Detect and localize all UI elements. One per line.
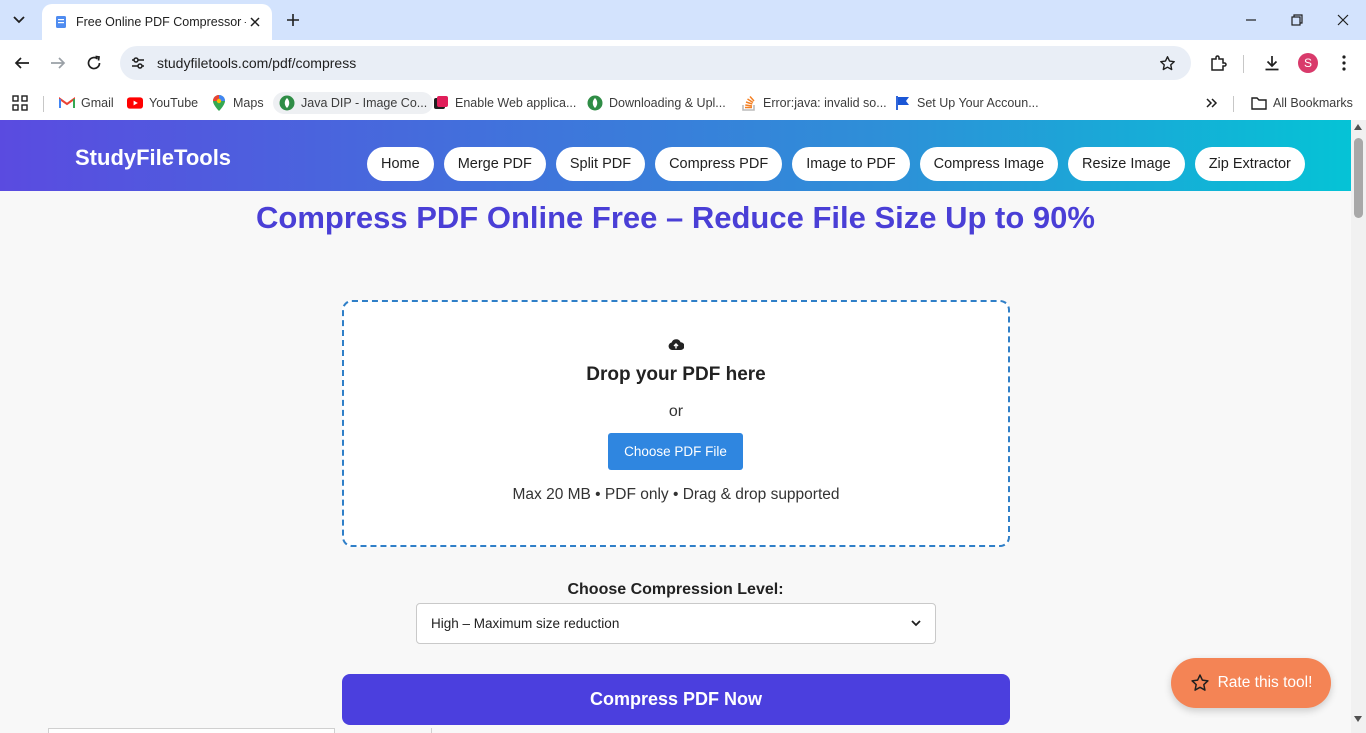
nav-zip-extractor[interactable]: Zip Extractor — [1194, 147, 1305, 181]
browser-toolbar: studyfiletools.com/pdf/compress — [0, 40, 1366, 86]
bookmark-label: Downloading & Upl... — [609, 96, 726, 110]
compression-level-value: High – Maximum size reduction — [431, 616, 620, 631]
nav-split-pdf[interactable]: Split PDF — [555, 147, 646, 181]
stackoverflow-icon — [741, 95, 757, 111]
bookmark-label: Gmail — [81, 96, 114, 110]
tab-close-icon[interactable] — [246, 13, 264, 31]
bookmark-enable-web[interactable]: Enable Web applica... — [427, 92, 582, 114]
pdf-dropzone[interactable]: Drop your PDF here or Choose PDF File Ma… — [342, 300, 1010, 547]
bookmark-error-java[interactable]: Error:java: invalid so... — [735, 92, 893, 114]
youtube-icon — [127, 95, 143, 111]
chevron-down-icon — [911, 620, 921, 627]
nav-compress-image[interactable]: Compress Image — [919, 147, 1059, 181]
bookmark-maps[interactable]: Maps — [205, 92, 270, 114]
bookmark-label: YouTube — [149, 96, 199, 110]
choose-pdf-file-button[interactable]: Choose PDF File — [608, 433, 743, 470]
bookmark-label: Set Up Your Accoun... — [917, 96, 1039, 110]
back-arrow-icon[interactable] — [11, 52, 33, 74]
address-bar[interactable]: studyfiletools.com/pdf/compress — [120, 46, 1191, 80]
bookmark-gmail[interactable]: Gmail — [53, 92, 120, 114]
page-bottom-divider — [431, 728, 432, 733]
bookmark-set-up-account[interactable]: Set Up Your Accoun... — [889, 92, 1045, 114]
browser-tab-bar: Free Online PDF Compressor – Reduce PDF … — [0, 0, 1366, 40]
browser-menu-kebab-icon[interactable] — [1333, 52, 1355, 74]
flag-icon — [895, 95, 911, 111]
bookmark-youtube[interactable]: YouTube — [121, 92, 204, 114]
star-icon — [1190, 674, 1209, 691]
close-window-icon[interactable] — [1333, 10, 1353, 30]
bookmarks-bar: Gmail YouTube Maps Java DIP - Image Co..… — [0, 86, 1366, 120]
maps-icon — [211, 95, 227, 111]
dropzone-or-text: or — [668, 403, 684, 420]
new-tab-plus-icon[interactable] — [282, 9, 304, 31]
url-text: studyfiletools.com/pdf/compress — [157, 55, 357, 71]
page-bottom-edge — [48, 728, 335, 733]
page-scrollbar[interactable] — [1351, 120, 1366, 733]
toolbar-divider — [1243, 55, 1244, 73]
compress-pdf-now-button[interactable]: Compress PDF Now — [342, 674, 1010, 725]
tab-title: Free Online PDF Compressor – Reduce PDF … — [76, 15, 246, 29]
reload-icon[interactable] — [83, 52, 105, 74]
green-leaf-icon — [587, 95, 603, 111]
folder-icon — [1251, 95, 1267, 111]
page-viewport: StudyFileTools Home Merge PDF Split PDF … — [0, 120, 1351, 733]
bookmarks-divider — [43, 96, 44, 112]
browser-tab-active[interactable]: Free Online PDF Compressor – Reduce PDF … — [42, 4, 272, 40]
site-info-tune-icon[interactable] — [128, 53, 148, 73]
site-logo[interactable]: StudyFileTools — [75, 145, 231, 171]
nav-image-to-pdf[interactable]: Image to PDF — [792, 147, 910, 181]
minimize-window-icon[interactable] — [1241, 10, 1261, 30]
bookmarks-divider — [1233, 96, 1234, 112]
bookmark-downloading[interactable]: Downloading & Upl... — [581, 92, 732, 114]
restore-window-icon[interactable] — [1287, 10, 1307, 30]
compression-level-label: Choose Compression Level: — [567, 581, 784, 598]
dropzone-title: Drop your PDF here — [586, 364, 766, 385]
site-header: StudyFileTools Home Merge PDF Split PDF … — [0, 120, 1351, 191]
bookmark-star-icon[interactable] — [1157, 53, 1177, 73]
site-nav: Home Merge PDF Split PDF Compress PDF Im… — [367, 147, 1305, 181]
green-leaf-icon — [279, 95, 295, 111]
extensions-puzzle-icon[interactable] — [1207, 52, 1229, 74]
bookmark-label: Error:java: invalid so... — [763, 96, 887, 110]
scroll-down-arrow-icon[interactable] — [1354, 716, 1362, 722]
forward-arrow-icon[interactable] — [47, 52, 69, 74]
gmail-icon — [59, 95, 75, 111]
bookmark-java-dip[interactable]: Java DIP - Image Co... — [273, 92, 434, 114]
bookmark-label: Maps — [233, 96, 264, 110]
rate-this-tool-button[interactable]: Rate this tool! — [1171, 658, 1331, 708]
scrollbar-thumb[interactable] — [1354, 138, 1363, 218]
all-bookmarks[interactable]: All Bookmarks — [1245, 92, 1359, 114]
rate-button-label: Rate this tool! — [1217, 674, 1313, 691]
more-bookmarks-chevron-icon[interactable] — [1199, 92, 1225, 114]
nav-merge-pdf[interactable]: Merge PDF — [443, 147, 546, 181]
cloud-upload-icon — [668, 339, 684, 351]
tab-search-chevron-icon[interactable] — [6, 8, 32, 32]
downloads-icon[interactable] — [1261, 52, 1283, 74]
apps-grid-icon[interactable] — [6, 92, 34, 114]
bookmark-label: Java DIP - Image Co... — [301, 96, 428, 110]
scroll-up-arrow-icon[interactable] — [1354, 124, 1362, 130]
app-icon — [433, 95, 449, 111]
dropzone-note: Max 20 MB • PDF only • Drag & drop suppo… — [512, 486, 840, 503]
all-bookmarks-label: All Bookmarks — [1273, 96, 1353, 110]
profile-avatar[interactable]: S — [1298, 53, 1318, 73]
document-favicon-icon — [56, 16, 66, 28]
nav-compress-pdf[interactable]: Compress PDF — [655, 147, 783, 181]
nav-home[interactable]: Home — [367, 147, 434, 181]
bookmark-label: Enable Web applica... — [455, 96, 577, 110]
compression-level-select[interactable]: High – Maximum size reduction — [416, 603, 936, 644]
nav-resize-image[interactable]: Resize Image — [1068, 147, 1185, 181]
page-title: Compress PDF Online Free – Reduce File S… — [256, 200, 1095, 235]
